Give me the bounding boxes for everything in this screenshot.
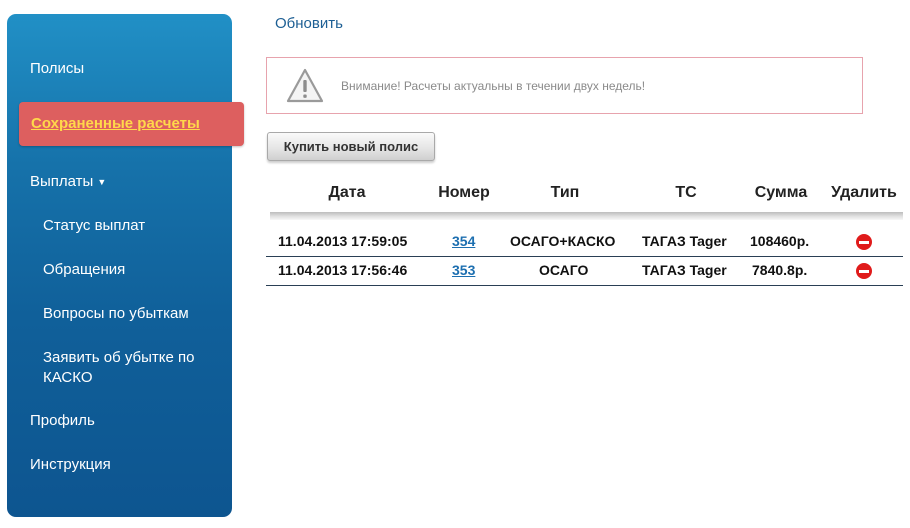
refresh-link[interactable]: Обновить <box>275 15 343 32</box>
table-row: 11.04.2013 17:59:05 354 ОСАГО+КАСКО ТАГА… <box>266 228 903 257</box>
sidebar-item-label: Сохраненные расчеты <box>31 115 200 132</box>
sidebar-item-appeals[interactable]: Обращения <box>43 260 218 280</box>
cell-date: 11.04.2013 17:59:05 <box>278 233 408 249</box>
warning-triangle-icon <box>286 68 324 103</box>
table-header: Дата Номер Тип ТС Сумма Удалить <box>0 184 910 204</box>
cell-sum: 7840.8р. <box>752 262 808 278</box>
sidebar-item-profile[interactable]: Профиль <box>30 411 95 431</box>
sidebar-item-instructions[interactable]: Инструкция <box>30 455 111 475</box>
cell-sum: 108460р. <box>750 233 810 249</box>
column-header-vehicle: ТС <box>675 184 697 201</box>
cell-number-link[interactable]: 353 <box>452 262 475 278</box>
table-row: 11.04.2013 17:56:46 353 ОСАГО ТАГАЗ Tage… <box>266 257 903 286</box>
column-header-type: Тип <box>550 184 580 201</box>
delete-icon[interactable] <box>856 234 872 250</box>
delete-icon[interactable] <box>856 263 872 279</box>
table-header-rule <box>270 212 903 220</box>
sidebar-item-payment-status[interactable]: Статус выплат <box>43 216 218 236</box>
column-header-date: Дата <box>328 184 366 201</box>
sidebar-item-saved-calculations[interactable]: Сохраненные расчеты <box>19 102 244 146</box>
sidebar: Полисы Выплаты ▼ Статус выплат Обращения … <box>7 14 232 517</box>
cell-vehicle: ТАГАЗ Tager <box>642 262 727 278</box>
cell-type: ОСАГО+КАСКО <box>510 233 616 249</box>
buy-new-policy-button[interactable]: Купить новый полис <box>267 132 435 161</box>
column-header-number: Номер <box>438 184 490 201</box>
sidebar-item-policies[interactable]: Полисы <box>30 59 84 79</box>
cell-date: 11.04.2013 17:56:46 <box>278 262 408 278</box>
column-header-sum: Сумма <box>754 184 808 201</box>
sidebar-item-loss-questions[interactable]: Вопросы по убыткам <box>43 304 218 324</box>
warning-text: Внимание! Расчеты актуальны в течении дв… <box>341 79 646 93</box>
column-header-delete: Удалить <box>831 184 897 201</box>
cell-vehicle: ТАГАЗ Tager <box>642 233 727 249</box>
cell-number-link[interactable]: 354 <box>452 233 475 249</box>
warning-box: Внимание! Расчеты актуальны в течении дв… <box>266 57 863 114</box>
cell-type: ОСАГО <box>539 262 589 278</box>
sidebar-item-report-casco-loss[interactable]: Заявить об убытке по КАСКО <box>43 348 218 388</box>
